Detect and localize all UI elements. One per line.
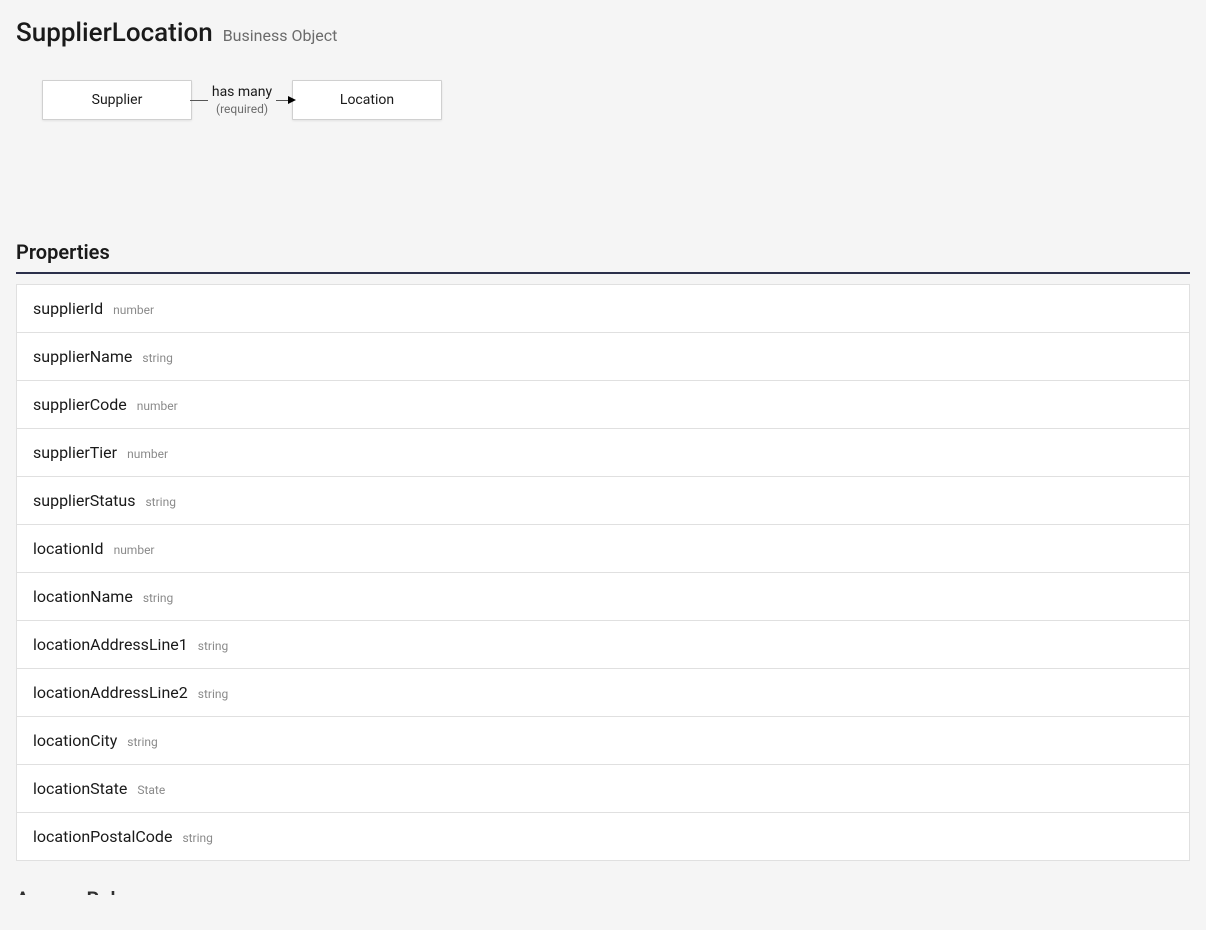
property-name: supplierTier [33, 443, 117, 462]
arrow-right-icon [288, 96, 296, 104]
property-row[interactable]: locationName string [16, 573, 1190, 621]
property-name: locationAddressLine1 [33, 635, 188, 654]
property-type: number [114, 543, 155, 557]
property-type: number [127, 447, 168, 461]
property-name: locationId [33, 539, 104, 558]
properties-list: supplierIdnumbersupplierNamestringsuppli… [16, 284, 1190, 861]
property-row[interactable]: locationAddressLine1 string [16, 621, 1190, 669]
relationship-label: has many [212, 84, 272, 101]
property-type: number [113, 303, 154, 317]
property-type: string [198, 687, 228, 701]
property-type: string [182, 831, 212, 845]
property-row[interactable]: locationId number [16, 525, 1190, 573]
property-row[interactable]: supplierStatus string [16, 477, 1190, 525]
page-header: SupplierLocation Business Object [16, 18, 1190, 48]
property-name: supplierStatus [33, 491, 135, 510]
divider [16, 272, 1190, 274]
page-root: SupplierLocation Business Object Supplie… [0, 0, 1206, 895]
entity-location[interactable]: Location [292, 80, 442, 120]
property-row[interactable]: locationState State [16, 765, 1190, 813]
property-name: supplierName [33, 347, 132, 366]
property-row[interactable]: locationPostalCode string [16, 813, 1190, 861]
property-type: State [137, 783, 165, 797]
property-type: number [137, 399, 178, 413]
property-row[interactable]: supplierCode number [16, 381, 1190, 429]
property-row[interactable]: supplierId number [16, 284, 1190, 333]
line-icon [190, 100, 208, 101]
relationship-diagram: Supplier has many (required) Location [16, 70, 1190, 240]
entity-location-label: Location [340, 92, 394, 108]
properties-heading: Properties [16, 240, 1190, 264]
property-type: string [143, 591, 173, 605]
page-subtitle: Business Object [223, 26, 338, 45]
access-rules-heading: Access Rules [16, 885, 1190, 895]
relationship-sublabel: (required) [216, 102, 268, 116]
property-type: string [198, 639, 228, 653]
page-title: SupplierLocation [16, 18, 213, 48]
property-name: locationCity [33, 731, 117, 750]
property-name: locationName [33, 587, 133, 606]
entity-supplier[interactable]: Supplier [42, 80, 192, 120]
entity-supplier-label: Supplier [92, 92, 143, 108]
property-row[interactable]: supplierName string [16, 333, 1190, 381]
relationship-connector: has many (required) [192, 84, 292, 117]
property-name: locationAddressLine2 [33, 683, 188, 702]
property-type: string [145, 495, 175, 509]
diagram-row: Supplier has many (required) Location [42, 80, 1190, 120]
property-name: supplierId [33, 299, 103, 318]
property-row[interactable]: locationCity string [16, 717, 1190, 765]
property-row[interactable]: supplierTier number [16, 429, 1190, 477]
property-type: string [127, 735, 157, 749]
property-name: locationPostalCode [33, 827, 172, 846]
property-row[interactable]: locationAddressLine2 string [16, 669, 1190, 717]
property-type: string [142, 351, 172, 365]
property-name: locationState [33, 779, 127, 798]
property-name: supplierCode [33, 395, 127, 414]
